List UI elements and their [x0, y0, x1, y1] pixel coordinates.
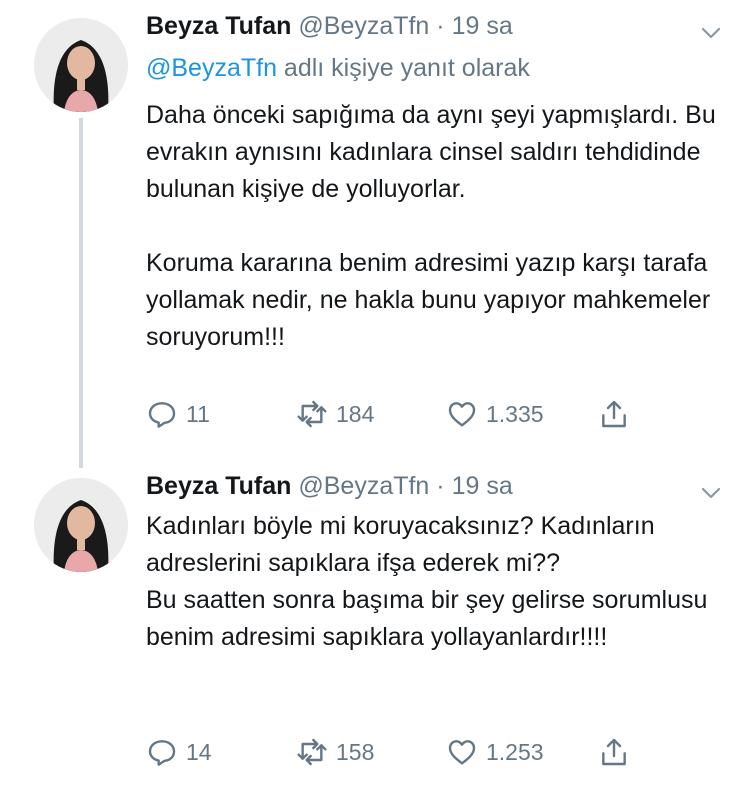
avatar-photo: [34, 18, 128, 112]
avatar-photo: [34, 478, 128, 572]
tweet-actions: 11 184 1.335: [146, 398, 646, 434]
reply-button[interactable]: 11: [146, 398, 210, 430]
retweet-icon: [297, 738, 327, 766]
reply-mention-link[interactable]: @BeyzaTfn: [146, 54, 277, 82]
tweet-paragraph: Kadınları böyle mi koruyacaksınız? Kadın…: [146, 512, 708, 651]
reply-button[interactable]: 14: [146, 736, 212, 768]
user-handle[interactable]: @BeyzaTfn: [298, 472, 429, 500]
separator-dot: ·: [436, 12, 445, 40]
retweet-button[interactable]: 158: [296, 736, 374, 768]
like-button[interactable]: 1.335: [446, 398, 544, 430]
tweet-2[interactable]: Beyza Tufan @BeyzaTfn · 19 sa Kadınları …: [0, 460, 750, 788]
share-button[interactable]: [598, 736, 630, 768]
user-handle[interactable]: @BeyzaTfn: [298, 12, 429, 40]
share-button[interactable]: [598, 398, 630, 430]
like-button[interactable]: 1.253: [446, 736, 544, 768]
display-name[interactable]: Beyza Tufan: [146, 472, 291, 500]
separator-dot: ·: [436, 472, 445, 500]
retweet-icon: [297, 400, 327, 428]
tweet-text: Kadınları böyle mi koruyacaksınız? Kadın…: [146, 508, 726, 656]
share-icon: [602, 400, 626, 428]
tweet-header: Beyza Tufan @BeyzaTfn · 19 sa: [146, 12, 513, 41]
avatar[interactable]: [34, 18, 128, 112]
reply-count: 14: [186, 738, 212, 765]
retweet-count: 184: [336, 400, 375, 427]
share-icon: [602, 738, 626, 766]
retweet-count: 158: [336, 738, 375, 765]
like-icon: [448, 740, 476, 765]
reply-icon: [148, 402, 176, 428]
timestamp[interactable]: 19 sa: [452, 472, 513, 500]
tweet-text: Daha önceki sapığıma da aynı şeyi yapmış…: [146, 97, 726, 356]
like-icon: [448, 402, 476, 427]
tweet-1[interactable]: Beyza Tufan @BeyzaTfn · 19 sa @BeyzaTfn …: [0, 0, 750, 460]
display-name[interactable]: Beyza Tufan: [146, 12, 291, 40]
tweet-paragraph: Daha önceki sapığıma da aynı şeyi yapmış…: [146, 101, 716, 203]
avatar[interactable]: [34, 478, 128, 572]
tweet-actions: 14 158 1.253: [146, 736, 646, 772]
tweet-paragraph: Koruma kararına benim adresimi yazıp kar…: [146, 249, 711, 351]
like-count: 1.335: [486, 400, 544, 427]
reply-count: 11: [186, 400, 210, 427]
like-count: 1.253: [486, 738, 544, 765]
timestamp[interactable]: 19 sa: [452, 12, 513, 40]
chevron-down-icon[interactable]: [700, 22, 722, 44]
retweet-button[interactable]: 184: [296, 398, 374, 430]
tweet-header: Beyza Tufan @BeyzaTfn · 19 sa: [146, 472, 513, 501]
reply-context: @BeyzaTfn adlı kişiye yanıt olarak: [146, 54, 530, 83]
reply-icon: [148, 740, 176, 766]
reply-context-text: adlı kişiye yanıt olarak: [276, 54, 530, 82]
chevron-down-icon[interactable]: [700, 482, 722, 504]
